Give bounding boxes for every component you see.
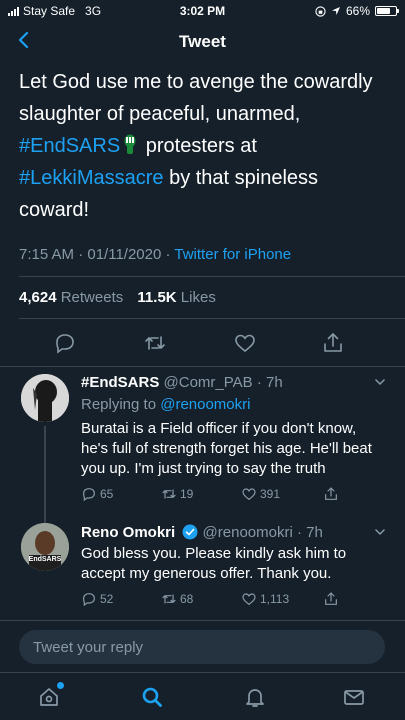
avatar-shirt-text: EndSARS xyxy=(28,556,62,563)
profile-photo-icon xyxy=(21,523,69,571)
reply-icon[interactable] xyxy=(53,331,77,355)
reply-header: #EndSARS @Comr_PAB · 7h xyxy=(81,374,283,391)
reply-body: God bless you. Please kindly ask him to … xyxy=(81,545,347,582)
search-icon[interactable] xyxy=(140,685,164,709)
reply-count: 52 xyxy=(100,592,114,606)
tweet-actions xyxy=(0,331,405,355)
likes-label[interactable]: Likes xyxy=(181,289,216,306)
tweet-text-part: protesters at xyxy=(140,135,257,157)
battery-icon xyxy=(375,6,399,16)
retweet-count: 68 xyxy=(180,592,194,606)
reply-body: Buratai is a Field officer if you don't … xyxy=(81,420,372,477)
like-button[interactable]: 391 xyxy=(241,486,280,502)
author-handle: @Comr_PAB · 7h xyxy=(163,374,283,391)
divider xyxy=(0,620,405,621)
chevron-down-icon[interactable] xyxy=(373,375,387,389)
fist-emoji-icon xyxy=(124,134,136,154)
retweet-icon xyxy=(162,489,176,499)
verified-badge-icon xyxy=(182,524,198,540)
retweet-count: 19 xyxy=(180,487,194,501)
retweet-button[interactable]: 19 xyxy=(161,486,193,502)
share-icon xyxy=(325,487,337,500)
hashtag-endsars[interactable]: #EndSARS xyxy=(19,135,120,157)
author-name[interactable]: Reno Omokri xyxy=(81,524,175,541)
like-count[interactable]: 11.5K xyxy=(137,289,176,306)
like-icon[interactable] xyxy=(233,331,257,355)
tweet-timestamp: 7:15 AM · 01/11/2020 · Twitter for iPhon… xyxy=(19,246,291,263)
reply-header: Reno Omokri @renoomokri · 7h xyxy=(81,524,323,541)
like-count: 1,113 xyxy=(260,592,290,606)
retweets-label[interactable]: Retweets xyxy=(61,289,124,306)
retweet-button[interactable]: 68 xyxy=(161,591,193,607)
divider xyxy=(0,366,405,367)
tab-bar xyxy=(0,672,405,720)
like-button[interactable]: 1,113 xyxy=(241,591,289,607)
avatar[interactable]: EndSARS xyxy=(21,523,69,571)
chevron-down-icon[interactable] xyxy=(373,525,387,539)
tweet-source-link[interactable]: Twitter for iPhone xyxy=(174,246,291,263)
like-icon xyxy=(242,488,256,501)
tweet-text: Let God use me to avenge the cowardly sl… xyxy=(19,66,391,226)
retweet-count[interactable]: 4,624 xyxy=(19,289,57,306)
author-handle: @renoomokri · 7h xyxy=(202,524,323,541)
reply-compose-input[interactable]: Tweet your reply xyxy=(19,630,385,664)
like-icon xyxy=(242,593,256,606)
reply-button[interactable]: 52 xyxy=(81,591,113,607)
silhouette-avatar-icon xyxy=(21,374,69,422)
reply-actions: 52 68 1,113 xyxy=(81,591,386,609)
replying-to: Replying to @renoomokri xyxy=(81,396,250,413)
like-count: 391 xyxy=(260,487,281,501)
avatar[interactable] xyxy=(21,374,69,422)
battery-percent: 66% xyxy=(345,4,370,18)
tweet-text-part: Let God use me to avenge the cowardly sl… xyxy=(19,71,373,125)
share-icon[interactable] xyxy=(321,331,345,355)
reply-icon xyxy=(83,593,95,607)
lock-rotation-icon xyxy=(315,5,326,17)
divider xyxy=(19,318,405,319)
hashtag-lekkimassacre[interactable]: #LekkiMassacre xyxy=(19,167,164,189)
divider xyxy=(19,276,405,277)
replying-prefix: Replying to xyxy=(81,396,161,413)
nav-bar: Tweet xyxy=(0,22,405,62)
bell-icon[interactable] xyxy=(243,685,267,709)
tweet-time: 7:15 AM · 01/11/2020 · xyxy=(19,246,175,263)
retweet-icon[interactable] xyxy=(143,331,167,355)
share-button[interactable] xyxy=(323,591,339,607)
location-icon xyxy=(331,7,340,15)
author-name[interactable]: #EndSARS xyxy=(81,374,159,391)
notification-dot xyxy=(57,682,64,689)
page-title: Tweet xyxy=(179,32,226,51)
thread-line xyxy=(44,426,46,526)
reply-button[interactable]: 65 xyxy=(81,486,113,502)
tweet-stats: 4,624 Retweets 11.5K Likes xyxy=(19,289,216,306)
reply-icon xyxy=(83,488,95,502)
status-bar: Stay Safe 3G 3:02 PM 66% xyxy=(0,0,405,22)
retweet-icon xyxy=(162,594,176,604)
reply-actions: 65 19 391 xyxy=(81,486,386,504)
replying-to-link[interactable]: @renoomokri xyxy=(160,396,250,413)
mail-icon[interactable] xyxy=(342,685,366,709)
share-button[interactable] xyxy=(323,486,339,502)
reply-count: 65 xyxy=(100,487,114,501)
status-right: 66% xyxy=(315,4,399,18)
share-icon xyxy=(325,592,337,605)
home-icon[interactable] xyxy=(37,685,61,709)
